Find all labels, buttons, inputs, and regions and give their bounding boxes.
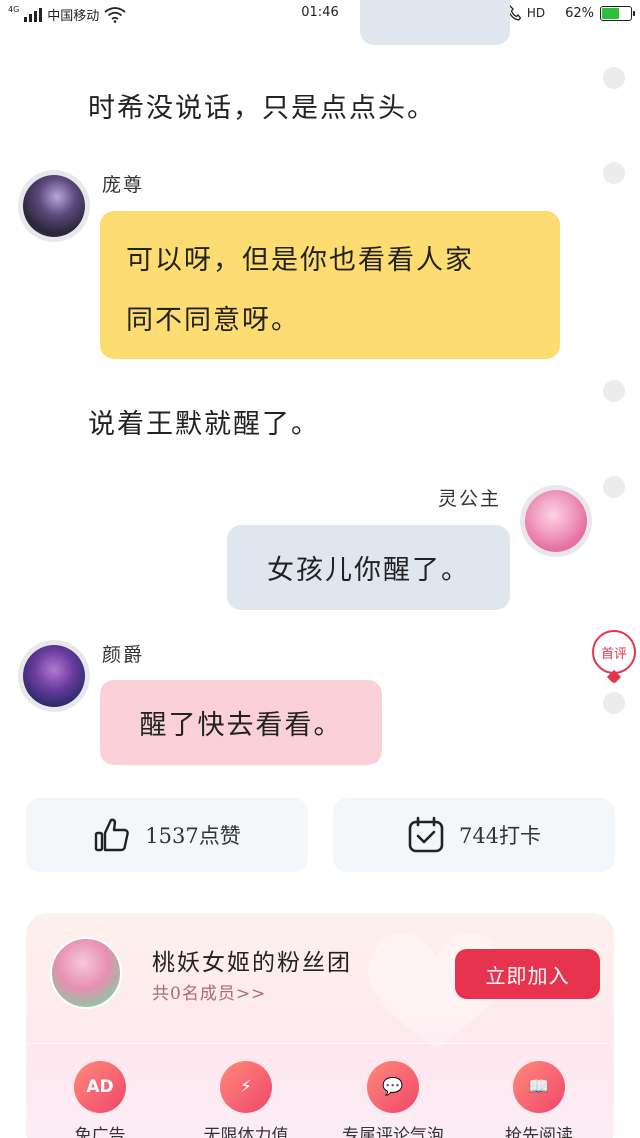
calendar-check-icon <box>408 816 444 853</box>
checkin-button[interactable]: 744打卡 <box>333 798 615 872</box>
message-text: 女孩儿你醒了。 <box>267 555 470 586</box>
paragraph-comment-dot[interactable] <box>603 380 625 402</box>
like-button[interactable]: 1537点赞 <box>26 798 308 872</box>
message-text: 醒了快去看看。 <box>139 710 343 741</box>
like-count: 1537点赞 <box>145 824 241 848</box>
paragraph-comment-dot[interactable] <box>603 67 625 89</box>
feature-label: 抢先阅读 <box>505 1126 573 1138</box>
message-bubble[interactable]: 醒了快去看看。 <box>100 680 382 765</box>
avatar[interactable] <box>18 640 90 712</box>
feature-label: 免广告 <box>74 1126 126 1138</box>
join-fan-club-button[interactable]: 立即加入 <box>455 949 600 999</box>
hd-label: HD <box>526 6 546 20</box>
lightning-icon: ⚡ <box>220 1061 272 1113</box>
narration-text: 时希没说话，只是点点头。 <box>88 93 436 124</box>
book-icon: 📖 <box>513 1061 565 1113</box>
speaker-name: 灵公主 <box>438 488 502 510</box>
checkin-count: 744打卡 <box>458 824 542 848</box>
battery-percent: 62% <box>565 5 594 21</box>
feature-no-ads[interactable]: AD 免广告 <box>40 1061 160 1138</box>
paragraph-comment-dot[interactable] <box>603 476 625 498</box>
speaker-name: 颜爵 <box>102 644 145 666</box>
message-bubble[interactable]: 女孩儿你醒了。 <box>227 525 510 610</box>
feature-early-access[interactable]: 📖 抢先阅读 <box>479 1061 599 1138</box>
paragraph-comment-dot[interactable] <box>603 162 625 184</box>
status-bar: 4G 中国移动 01:46 HD 62% <box>0 0 640 30</box>
speaker-name: 庞尊 <box>102 174 145 196</box>
fan-club-members-link[interactable]: 共0名成员>> <box>152 979 266 1004</box>
feature-label: 专属评论气泡 <box>342 1126 444 1138</box>
fan-club-card: 桃妖女姬的粉丝团 共0名成员>> 立即加入 AD 免广告 ⚡ 无限体力值 💬 专… <box>26 913 614 1138</box>
ad-icon: AD <box>74 1061 126 1113</box>
message-bubble[interactable]: 可以呀，但是你也看看人家 同不同意呀。 <box>100 211 560 359</box>
message-text: 同不同意呀。 <box>126 305 300 336</box>
divider <box>26 1043 614 1044</box>
thumbs-up-icon <box>95 818 130 852</box>
message-text: 可以呀，但是你也看看人家 <box>126 245 474 276</box>
feature-unlimited-stamina[interactable]: ⚡ 无限体力值 <box>186 1061 306 1138</box>
first-comment-badge[interactable]: 首评 <box>592 630 636 674</box>
fan-club-avatar[interactable] <box>50 937 122 1009</box>
paragraph-comment-dot[interactable] <box>603 692 625 714</box>
chat-bubble-icon: 💬 <box>367 1061 419 1113</box>
fan-club-title: 桃妖女姬的粉丝团 <box>152 950 352 976</box>
avatar[interactable] <box>520 485 592 557</box>
feature-label: 无限体力值 <box>203 1126 289 1138</box>
first-comment-label: 首评 <box>600 646 627 662</box>
previous-message-bubble <box>360 0 510 45</box>
narration-text: 说着王默就醒了。 <box>88 409 320 440</box>
feature-comment-bubble[interactable]: 💬 专属评论气泡 <box>333 1061 453 1138</box>
avatar[interactable] <box>18 170 90 242</box>
battery-icon <box>600 5 635 21</box>
